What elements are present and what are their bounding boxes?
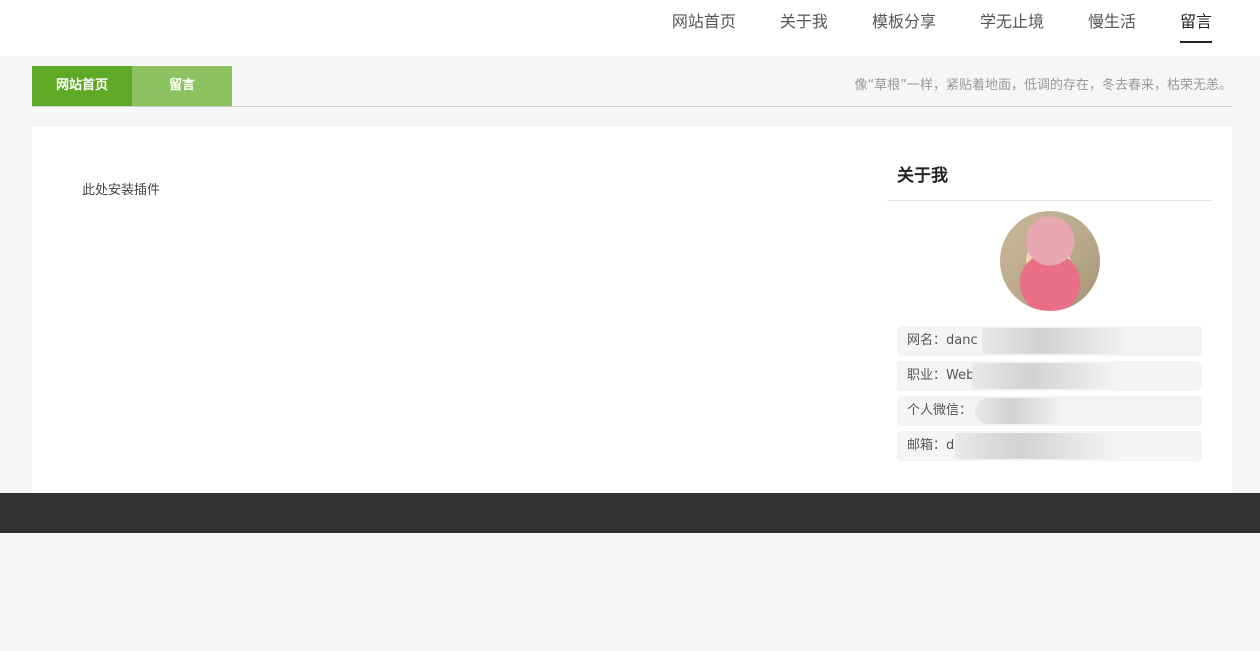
footer [0,493,1260,533]
breadcrumb: 网站首页 留言 像“草根”一样，紧贴着地面，低调的存在，冬去春来，枯荣无恙。 [32,66,1232,107]
redaction-blur [982,328,1132,354]
info-occupation: 职业：Web [897,361,1202,391]
plugin-placeholder-text: 此处安装插件 [82,183,161,198]
nav-item-learning[interactable]: 学无止境 [980,0,1044,56]
redaction-blur [955,433,1117,459]
nav-item-templates[interactable]: 模板分享 [872,0,936,56]
nav-item-guestbook[interactable]: 留言 [1179,0,1213,56]
main-content-card: 此处安装插件 关于我 网名：danc 职业：Web 个人微信： 邮箱：d [32,127,1232,493]
nav-item-slow-life[interactable]: 慢生活 [1088,0,1136,56]
redaction-blur [972,363,1117,389]
info-occupation-text: 职业：Web [907,368,975,383]
breadcrumb-current[interactable]: 留言 [132,66,232,106]
main-nav: 网站首页 关于我 模板分享 学无止境 慢生活 留言 [628,0,1213,56]
info-email-text: 邮箱：d [907,438,955,453]
profile-info-list: 网名：danc 职业：Web 个人微信： 邮箱：d [897,326,1202,461]
nav-item-about[interactable]: 关于我 [780,0,828,56]
redaction-blur [975,398,1065,424]
info-email: 邮箱：d [897,431,1202,461]
info-nickname-text: 网名：danc [907,333,978,348]
top-header: 网站首页 关于我 模板分享 学无止境 慢生活 留言 [0,0,1260,56]
about-me-panel: 关于我 网名：danc 职业：Web 个人微信： 邮箱：d [887,151,1212,466]
info-nickname: 网名：danc [897,326,1202,356]
site-motto: 像“草根”一样，紧贴着地面，低调的存在，冬去春来，枯荣无恙。 [854,78,1232,93]
breadcrumb-home-link[interactable]: 网站首页 [32,66,132,106]
info-wechat-text: 个人微信： [907,403,973,418]
info-wechat: 个人微信： [897,396,1202,426]
nav-item-home[interactable]: 网站首页 [672,0,736,56]
avatar [999,211,1100,311]
about-me-title: 关于我 [887,151,1212,201]
